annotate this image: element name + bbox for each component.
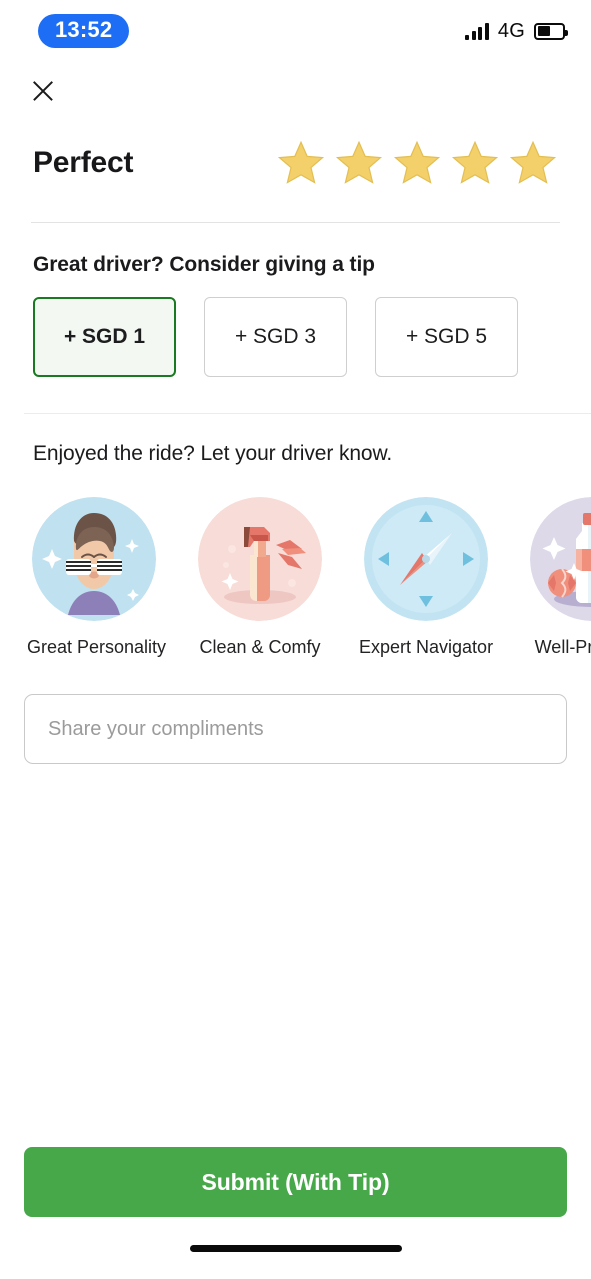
compliment-label: Well-Prepared [534, 637, 591, 657]
compliment-label: Great Personality [27, 637, 167, 657]
submit-wrap: Submit (With Tip) [0, 1147, 591, 1217]
spray-bottle-icon[interactable] [198, 497, 322, 621]
compass-icon[interactable] [364, 497, 488, 621]
star-icon[interactable] [276, 139, 326, 187]
star-icon[interactable] [392, 139, 442, 187]
star-icon[interactable] [508, 139, 558, 187]
battery-icon [534, 22, 568, 40]
status-bar: 13:52 4G [0, 0, 591, 62]
divider-wrap [0, 377, 591, 414]
compliment-input[interactable] [24, 694, 567, 764]
rating-screen: 13:52 4G Perfect Great driver? Consider … [0, 0, 591, 1279]
status-indicators: 4G [465, 19, 568, 43]
tip-section: Great driver? Consider giving a tip + SG… [0, 223, 591, 377]
face-with-shutter-shades-icon[interactable] [32, 497, 156, 621]
tip-option-3[interactable]: + SGD 3 [204, 297, 347, 377]
signal-bars-icon [465, 22, 489, 40]
compliment-label: Expert Navigator [359, 637, 494, 657]
tip-option-5[interactable]: + SGD 5 [375, 297, 518, 377]
network-type-label: 4G [497, 19, 525, 42]
compliment-clean-comfy[interactable]: Clean & Comfy [193, 497, 327, 658]
home-indicator-wrap [0, 1217, 591, 1279]
rating-row: Perfect [0, 118, 591, 196]
rating-label: Perfect [33, 146, 134, 179]
star-rating[interactable] [276, 139, 558, 187]
star-icon[interactable] [450, 139, 500, 187]
tip-options: + SGD 1 + SGD 3 + SGD 5 [33, 297, 558, 377]
compliments-section: Enjoyed the ride? Let your driver know. [0, 414, 591, 764]
compliments-list[interactable]: Great Personality Clean & Comfy Expert N… [0, 466, 591, 658]
compliment-great-personality[interactable]: Great Personality [27, 497, 167, 658]
compliments-heading: Enjoyed the ride? Let your driver know. [33, 442, 393, 465]
compliment-label: Clean & Comfy [199, 637, 321, 657]
close-icon[interactable] [28, 76, 58, 106]
status-time-pill: 13:52 [38, 14, 130, 48]
tip-option-1[interactable]: + SGD 1 [33, 297, 176, 377]
close-row [0, 62, 591, 118]
tip-heading: Great driver? Consider giving a tip [33, 253, 375, 276]
star-icon[interactable] [334, 139, 384, 187]
compliment-input-wrap [0, 658, 591, 764]
water-bottle-and-candy-icon[interactable] [530, 497, 591, 621]
compliment-well-prepared[interactable]: Well-Prepared [525, 497, 591, 658]
compliment-expert-navigator[interactable]: Expert Navigator [359, 497, 493, 658]
submit-button[interactable]: Submit (With Tip) [24, 1147, 567, 1217]
home-indicator[interactable] [189, 1244, 402, 1252]
